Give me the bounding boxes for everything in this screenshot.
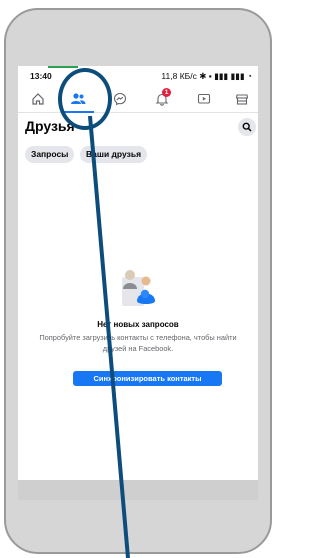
video-icon — [197, 93, 211, 104]
messenger-icon — [113, 92, 127, 106]
annotation-circle — [58, 68, 112, 130]
tab-watch[interactable] — [194, 90, 214, 108]
notification-badge: 1 — [162, 88, 171, 97]
tab-bar: 1 — [18, 86, 258, 113]
tab-messenger[interactable] — [110, 90, 130, 108]
status-icons: ✱ ▪ ▮▮▮ ▮▮▮ ◔ — [199, 71, 252, 81]
tab-notifications[interactable]: 1 — [152, 88, 172, 108]
store-icon — [235, 94, 249, 105]
empty-state-illustration — [121, 267, 159, 312]
tab-home[interactable] — [28, 90, 48, 108]
home-icon — [32, 93, 44, 105]
status-bar: 13:40 11,8 КБ/с ✱ ▪ ▮▮▮ ▮▮▮ ◔ — [18, 66, 258, 84]
app-screen: 13:40 11,8 КБ/с ✱ ▪ ▮▮▮ ▮▮▮ ◔ 1 Друзья З… — [18, 66, 258, 500]
search-button[interactable] — [238, 118, 256, 136]
chip-requests[interactable]: Запросы — [25, 146, 75, 163]
status-net-speed: 11,8 КБ/с ✱ ▪ ▮▮▮ ▮▮▮ ◔ — [161, 71, 252, 81]
sync-contacts-button[interactable]: Синхронизировать контакты — [73, 371, 222, 386]
empty-state-description: Попробуйте загрузить контакты с телефона… — [39, 333, 237, 353]
tab-marketplace[interactable] — [232, 90, 252, 108]
system-nav-bar — [18, 480, 258, 500]
empty-state-title: Нет новых запросов — [97, 320, 179, 329]
search-icon — [242, 122, 252, 132]
chip-your-friends[interactable]: Ваши друзья — [80, 146, 148, 163]
status-time: 13:40 — [30, 71, 52, 81]
